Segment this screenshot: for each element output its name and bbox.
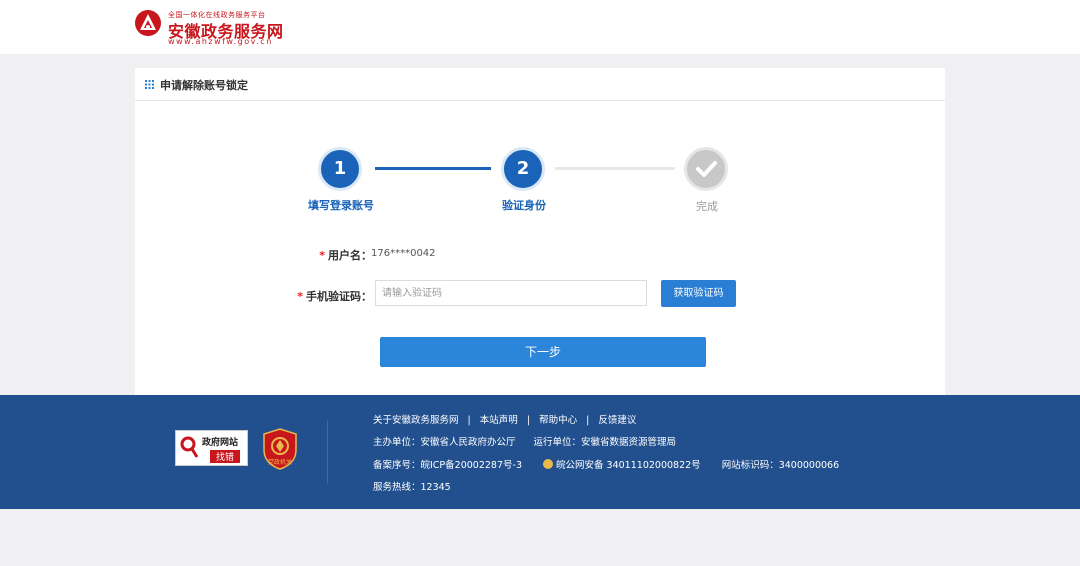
step-1-circle: 1 (318, 147, 362, 191)
footer-divider (327, 420, 328, 484)
footer-sponsor: 主办单位：安徽省人民政府办公厅 (373, 437, 516, 448)
footer-link-help[interactable]: 帮助中心 (539, 415, 577, 426)
footer-link-statement[interactable]: 本站声明 (480, 415, 518, 426)
step-3-circle (684, 147, 728, 191)
footer-link-separator: | (526, 415, 531, 426)
footer-links: 关于安徽政务服务网 | 本站声明 | 帮助中心 | 反馈建议 (373, 412, 636, 426)
footer-org-line: 主办单位：安徽省人民政府办公厅 运行单位：安徽省数据资源管理局 (373, 434, 676, 448)
step-2-circle: 2 (501, 147, 545, 191)
next-step-button[interactable]: 下一步 (380, 337, 706, 367)
gov-site-error-badge[interactable]: 政府网站 找错 (175, 430, 248, 466)
police-badge-icon (543, 459, 554, 469)
username-label-text: 用户名： (328, 249, 372, 262)
step-1-label: 填写登录账号 (308, 199, 374, 212)
footer-link-feedback[interactable]: 反馈建议 (598, 415, 636, 426)
username-value: 176****0042 (371, 248, 436, 259)
get-code-button[interactable]: 获取验证码 (661, 280, 736, 307)
step-3-label: 完成 (696, 200, 718, 213)
site-header: 全国一体化在线政务服务平台 安徽政务服务网 www.ahzwfw.gov.cn (0, 0, 1080, 54)
card-header: 申请解除账号锁定 (135, 68, 945, 101)
code-label: * 手机验证码： (297, 288, 372, 304)
footer-icp[interactable]: 备案序号：皖ICP备20002287号-3 (373, 460, 522, 471)
badge-gov-line1: 政府网站 (202, 438, 239, 448)
footer-record-line: 备案序号：皖ICP备20002287号-3 皖公网安备 340111020008… (373, 457, 839, 471)
party-gov-organ-badge[interactable]: 党政机关 (262, 428, 298, 470)
logo-url-text: www.ahzwfw.gov.cn (168, 37, 273, 46)
footer-hotline: 服务热线：12345 (373, 482, 451, 493)
unlock-account-card: 申请解除账号锁定 1 2 填写登录账号 验证身份 完成 * 用户名： 176***… (135, 68, 945, 395)
step-connector-1 (375, 167, 491, 170)
footer-link-separator: | (467, 415, 471, 426)
footer-site-id: 网站标识码：3400000066 (721, 460, 840, 471)
footer-link-separator: | (586, 415, 590, 426)
required-mark: * (297, 290, 303, 303)
logo-mark-icon (135, 10, 161, 36)
step-connector-2 (555, 167, 675, 170)
footer-operator: 运行单位：安徽省数据资源管理局 (533, 437, 677, 448)
footer-link-about[interactable]: 关于安徽政务服务网 (373, 415, 459, 426)
step-2-label: 验证身份 (502, 199, 546, 212)
footer-police-record[interactable]: 皖公网安备 34011102000822号 (556, 460, 701, 471)
required-mark: * (319, 249, 325, 262)
magnifier-icon (180, 436, 199, 458)
username-label: * 用户名： (319, 247, 372, 263)
code-label-text: 手机验证码： (306, 290, 372, 303)
badge-gov-line2: 找错 (210, 450, 240, 463)
verification-code-input[interactable] (375, 280, 647, 306)
grid-icon (145, 80, 154, 89)
site-logo[interactable]: 全国一体化在线政务服务平台 安徽政务服务网 www.ahzwfw.gov.cn (134, 8, 294, 48)
checkmark-icon (696, 161, 717, 177)
card-title: 申请解除账号锁定 (160, 79, 248, 92)
badge-police-text: 党政机关 (267, 459, 292, 466)
